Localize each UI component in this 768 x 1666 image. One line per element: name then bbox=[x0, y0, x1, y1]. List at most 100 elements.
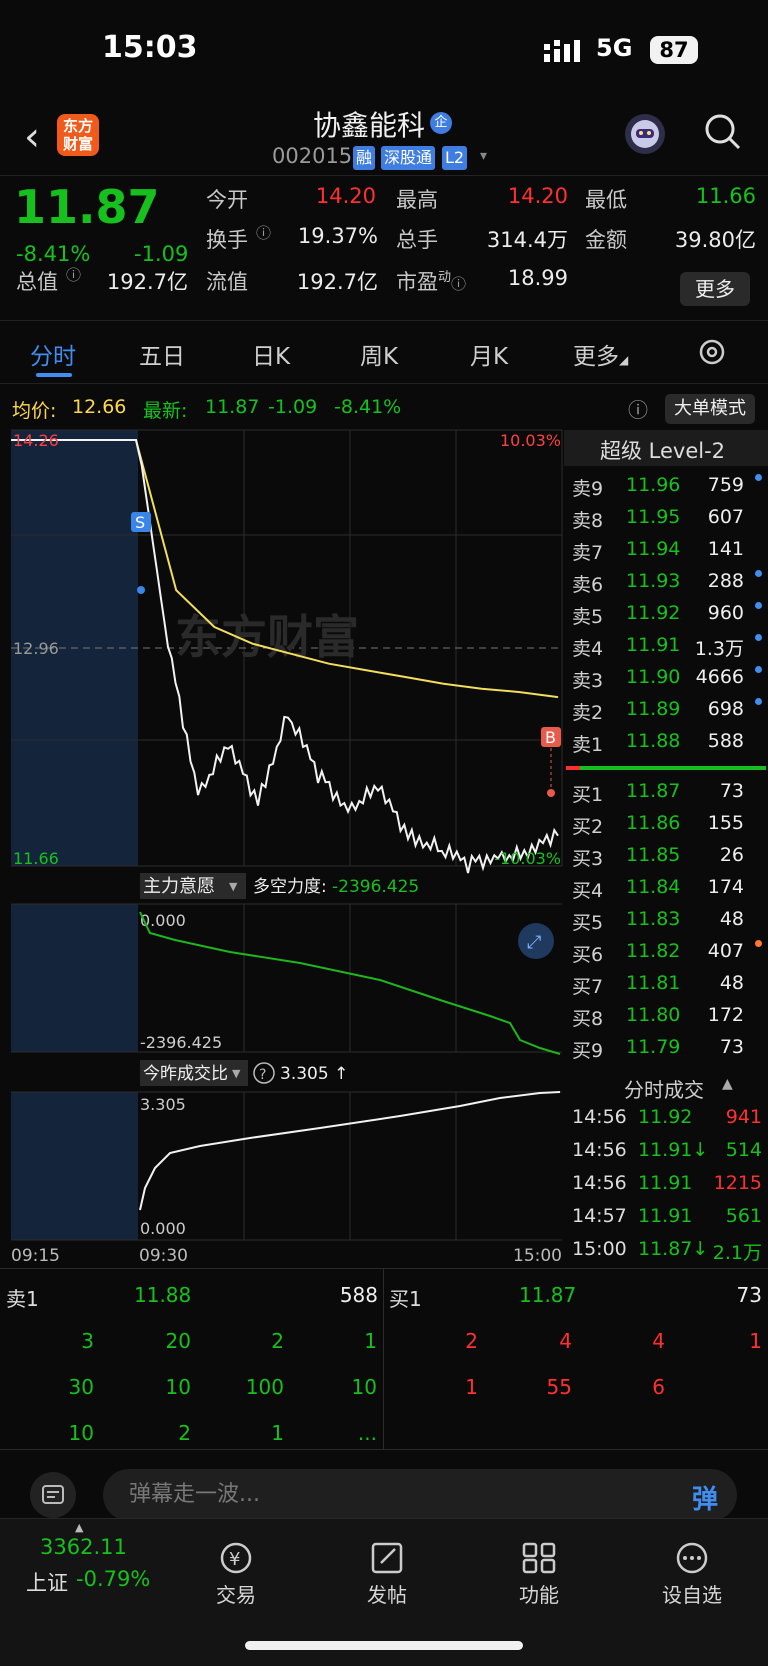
ask-row[interactable]: 卖7 11.94 141 bbox=[564, 534, 768, 566]
ask-row[interactable]: 卖8 11.95 607 bbox=[564, 502, 768, 534]
grid-icon bbox=[522, 1542, 556, 1574]
ask-row[interactable]: 卖4 11.91 1.3万 bbox=[564, 630, 768, 662]
queue-order-size: ... bbox=[357, 1421, 377, 1445]
info-icon[interactable]: ⓘ bbox=[256, 222, 271, 243]
danmu-toggle-button[interactable]: 弹 bbox=[692, 1479, 718, 1516]
stat-value-volume: 314.4万 bbox=[486, 228, 568, 252]
ask-volume: 588 bbox=[707, 730, 744, 752]
ask-level-label: 卖8 bbox=[572, 510, 604, 532]
tab-five-day[interactable]: 五日 bbox=[139, 337, 185, 371]
trade-row: 14:56 11.91↓ 514 bbox=[564, 1135, 768, 1167]
change-amount: -1.09 bbox=[134, 242, 189, 266]
bid-level-label: 买1 bbox=[572, 784, 604, 806]
more-button[interactable]: 更多 bbox=[680, 272, 750, 306]
tab-more[interactable]: 更多◢ bbox=[573, 337, 628, 371]
clock: 15:03 bbox=[102, 30, 198, 65]
ask-volume: 607 bbox=[707, 506, 744, 528]
ask-row[interactable]: 卖6 11.93 288 bbox=[564, 566, 768, 598]
bull-bear-value: -2396.425 bbox=[332, 877, 419, 897]
chart-info-bar: 均价: 12.66 最新: 11.87 -1.09 -8.41% ⓘ 大单模式 bbox=[0, 390, 768, 424]
time-label-end: 15:00 bbox=[513, 1246, 562, 1266]
bid-volume: 48 bbox=[719, 972, 744, 994]
bid-volume: 73 bbox=[719, 780, 744, 802]
bid-row[interactable]: 买6 11.82 407 bbox=[564, 936, 768, 968]
stat-label-total-cap: 总值 bbox=[16, 270, 58, 294]
edit-icon bbox=[371, 1542, 403, 1574]
tab-monthly-k[interactable]: 月K bbox=[470, 337, 508, 371]
nav-post[interactable]: 发帖 bbox=[327, 1529, 447, 1608]
level1-queue: 卖1 11.88 588 买1 11.87 73 3 20 2 1 30 10 100 10 1… bbox=[0, 1268, 768, 1450]
bid-price: 11.85 bbox=[626, 844, 681, 866]
bid-level-label: 买7 bbox=[572, 976, 604, 998]
ask-volume: 141 bbox=[707, 538, 744, 560]
quote-panel: 11.87 -8.41% -1.09 今开 14.20 最高 14.20 最低 … bbox=[0, 175, 768, 321]
bid-row[interactable]: 买7 11.81 48 bbox=[564, 968, 768, 1000]
ask-level-label: 卖2 bbox=[572, 702, 604, 724]
nav-functions-label: 功能 bbox=[519, 1583, 559, 1607]
stat-value-low: 11.66 bbox=[695, 184, 756, 208]
stat-value-turnover: 19.37% bbox=[297, 224, 378, 248]
back-icon[interactable]: ‹ bbox=[24, 114, 40, 160]
trades-title: 分时成交 bbox=[624, 1078, 704, 1102]
ask-row[interactable]: 卖2 11.89 698 bbox=[564, 694, 768, 726]
settings-icon[interactable] bbox=[697, 337, 727, 371]
bid-row[interactable]: 买2 11.86 155 bbox=[564, 808, 768, 840]
bid-row[interactable]: 买3 11.85 26 bbox=[564, 840, 768, 872]
index-value: 3362.11 bbox=[40, 1535, 127, 1559]
ask-price: 11.88 bbox=[626, 730, 681, 752]
nav-trade[interactable]: ¥ 交易 bbox=[176, 1529, 296, 1608]
sell-marker-label: S bbox=[135, 513, 145, 532]
time-label-open: 09:30 bbox=[139, 1246, 188, 1266]
bid-row[interactable]: 买9 11.79 73 bbox=[564, 1032, 768, 1064]
ask-price: 11.95 bbox=[626, 506, 681, 528]
queue-order-size: 6 bbox=[652, 1375, 665, 1399]
big-order-mode-button[interactable]: 大单模式 bbox=[665, 394, 755, 424]
queue-bid-vol: 73 bbox=[736, 1283, 762, 1307]
help-icon[interactable]: ⓘ bbox=[628, 394, 648, 423]
pe-label-sup: 动 bbox=[438, 270, 452, 285]
bid-row[interactable]: 买8 11.80 172 bbox=[564, 1000, 768, 1032]
home-indicator[interactable] bbox=[245, 1641, 523, 1650]
info-icon[interactable]: ⓘ bbox=[66, 264, 81, 285]
tab-weekly-k[interactable]: 周K bbox=[360, 337, 398, 371]
ask-volume: 960 bbox=[707, 602, 744, 624]
main-force-label: 主力意愿 bbox=[143, 876, 215, 897]
bid-row[interactable]: 买4 11.84 174 bbox=[564, 872, 768, 904]
bid-row[interactable]: 买5 11.83 48 bbox=[564, 904, 768, 936]
level2-title-bar[interactable]: 超级 Level-2 bbox=[564, 430, 768, 466]
bid-row[interactable]: 买1 11.87 73 bbox=[564, 776, 768, 808]
bid-price: 11.87 bbox=[626, 780, 681, 802]
search-icon[interactable] bbox=[703, 112, 743, 156]
index-ticker[interactable]: ▲ 3362.11 上证 -0.79% bbox=[0, 1519, 170, 1619]
time-label-start: 09:15 bbox=[11, 1246, 60, 1266]
bid-level-label: 买5 bbox=[572, 912, 604, 934]
tab-intraday[interactable]: 分时 bbox=[30, 337, 76, 371]
ask-level-label: 卖3 bbox=[572, 670, 604, 692]
nav-functions[interactable]: 功能 bbox=[479, 1529, 599, 1608]
dropdown-icon: ▼ bbox=[232, 1067, 241, 1080]
danmu-input[interactable]: 弹幕走一波... bbox=[103, 1469, 737, 1521]
app-logo[interactable]: 东方 财富 bbox=[57, 114, 99, 156]
bid-level-label: 买8 bbox=[572, 1008, 604, 1030]
stock-switch-chevron-icon[interactable]: ▾ bbox=[480, 148, 487, 164]
info-icon[interactable]: ⓘ bbox=[451, 275, 466, 293]
intraday-chart[interactable]: 东方财富 S B 14.26 12.96 11.66 10.03% -10.03… bbox=[0, 428, 564, 1268]
premarket-area bbox=[11, 904, 138, 1052]
queue-order-size: 3 bbox=[81, 1329, 94, 1353]
ask-row[interactable]: 卖5 11.92 960 bbox=[564, 598, 768, 630]
ask-row[interactable]: 卖3 11.90 4666 bbox=[564, 662, 768, 694]
trades-title-bar[interactable]: 分时成交 ▲ bbox=[564, 1070, 768, 1102]
danmu-settings-icon[interactable] bbox=[30, 1472, 76, 1518]
ai-assistant-icon[interactable] bbox=[625, 114, 665, 154]
trade-volume: 561 bbox=[725, 1205, 762, 1227]
ask-row[interactable]: 卖9 11.96 759 bbox=[564, 470, 768, 502]
trade-row: 14:57 11.91 561 bbox=[564, 1201, 768, 1233]
tab-daily-k[interactable]: 日K bbox=[252, 337, 290, 371]
ask-price: 11.93 bbox=[626, 570, 681, 592]
nav-post-label: 发帖 bbox=[367, 1583, 407, 1607]
ask-row[interactable]: 卖1 11.88 588 bbox=[564, 726, 768, 758]
nav-add-watchlist[interactable]: 设自选 bbox=[632, 1529, 752, 1608]
bid-volume: 172 bbox=[707, 1004, 744, 1026]
trade-row: 14:56 11.91 1215 bbox=[564, 1168, 768, 1200]
network-type: 5G bbox=[596, 34, 633, 62]
